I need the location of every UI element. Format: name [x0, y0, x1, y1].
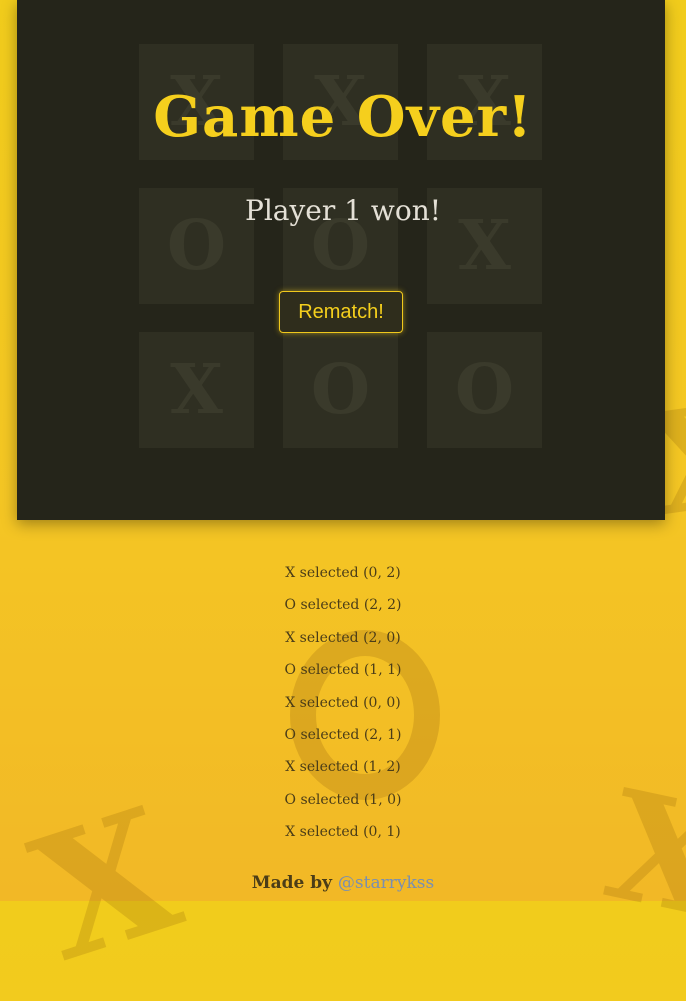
move-log-item: X selected (1, 2) [285, 759, 401, 776]
footer-credit: Made by @starrykss [0, 873, 686, 893]
rematch-button[interactable]: Rematch! [279, 291, 403, 333]
author-link[interactable]: @starrykss [338, 873, 434, 893]
board-cell-2-0[interactable]: X [139, 332, 254, 448]
game-result-text: Player 1 won! [245, 194, 441, 227]
move-log-item: O selected (2, 1) [284, 726, 402, 743]
board-cell-2-1[interactable]: O [283, 332, 398, 448]
board-cell-2-2[interactable]: O [427, 332, 542, 448]
move-log: X selected (0, 2) O selected (2, 2) X se… [0, 562, 686, 854]
move-log-item: O selected (1, 1) [284, 662, 402, 679]
move-log-item: O selected (1, 0) [284, 791, 402, 808]
move-log-item: X selected (0, 0) [285, 694, 401, 711]
move-log-item: X selected (0, 1) [285, 824, 401, 841]
move-log-item: X selected (2, 0) [285, 629, 401, 646]
move-log-item: X selected (0, 2) [285, 565, 401, 581]
move-log-item: O selected (2, 2) [284, 597, 402, 614]
footer-prefix: Made by [251, 873, 332, 893]
game-over-title: Game Over! [153, 84, 533, 150]
